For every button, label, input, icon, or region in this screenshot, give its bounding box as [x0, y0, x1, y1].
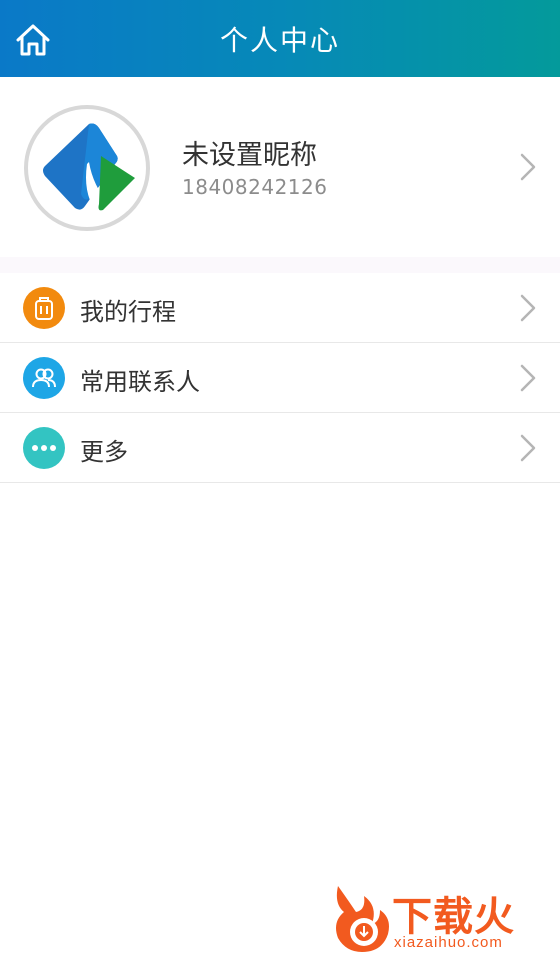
app-logo-icon: [43, 123, 135, 211]
home-button[interactable]: [12, 20, 54, 60]
contacts-icon: [23, 357, 65, 399]
menu-item-contacts[interactable]: 常用联系人: [0, 343, 560, 413]
menu-item-label: 我的行程: [80, 298, 176, 326]
watermark: 下载火 xiazaihuo.com: [328, 882, 554, 956]
luggage-icon: [23, 287, 65, 329]
chevron-right-icon: [520, 294, 536, 322]
chevron-right-icon: [520, 153, 536, 181]
screen: 个人中心 未设置昵称 18408242126 我的行程 常用联系人 更多 下载火…: [0, 0, 560, 960]
phone-number: 18408242126: [182, 175, 328, 199]
chevron-right-icon: [520, 364, 536, 392]
home-icon: [16, 24, 50, 56]
chevron-right-icon: [520, 434, 536, 462]
profile-card[interactable]: 未设置昵称 18408242126: [0, 77, 560, 257]
menu-item-label: 更多: [80, 438, 128, 466]
page-title: 个人中心: [219, 23, 340, 57]
section-divider: [0, 257, 560, 273]
menu-item-my-trips[interactable]: 我的行程: [0, 273, 560, 343]
header-bar: 个人中心: [0, 0, 560, 77]
menu-item-label: 常用联系人: [80, 368, 200, 396]
more-dots-icon: [23, 427, 65, 469]
avatar[interactable]: [24, 105, 150, 231]
flame-logo-icon: [336, 886, 389, 952]
nickname: 未设置昵称: [182, 140, 317, 171]
watermark-site: xiazaihuo.com: [394, 934, 503, 951]
menu-item-more[interactable]: 更多: [0, 413, 560, 483]
menu-list: 我的行程 常用联系人 更多: [0, 273, 560, 483]
